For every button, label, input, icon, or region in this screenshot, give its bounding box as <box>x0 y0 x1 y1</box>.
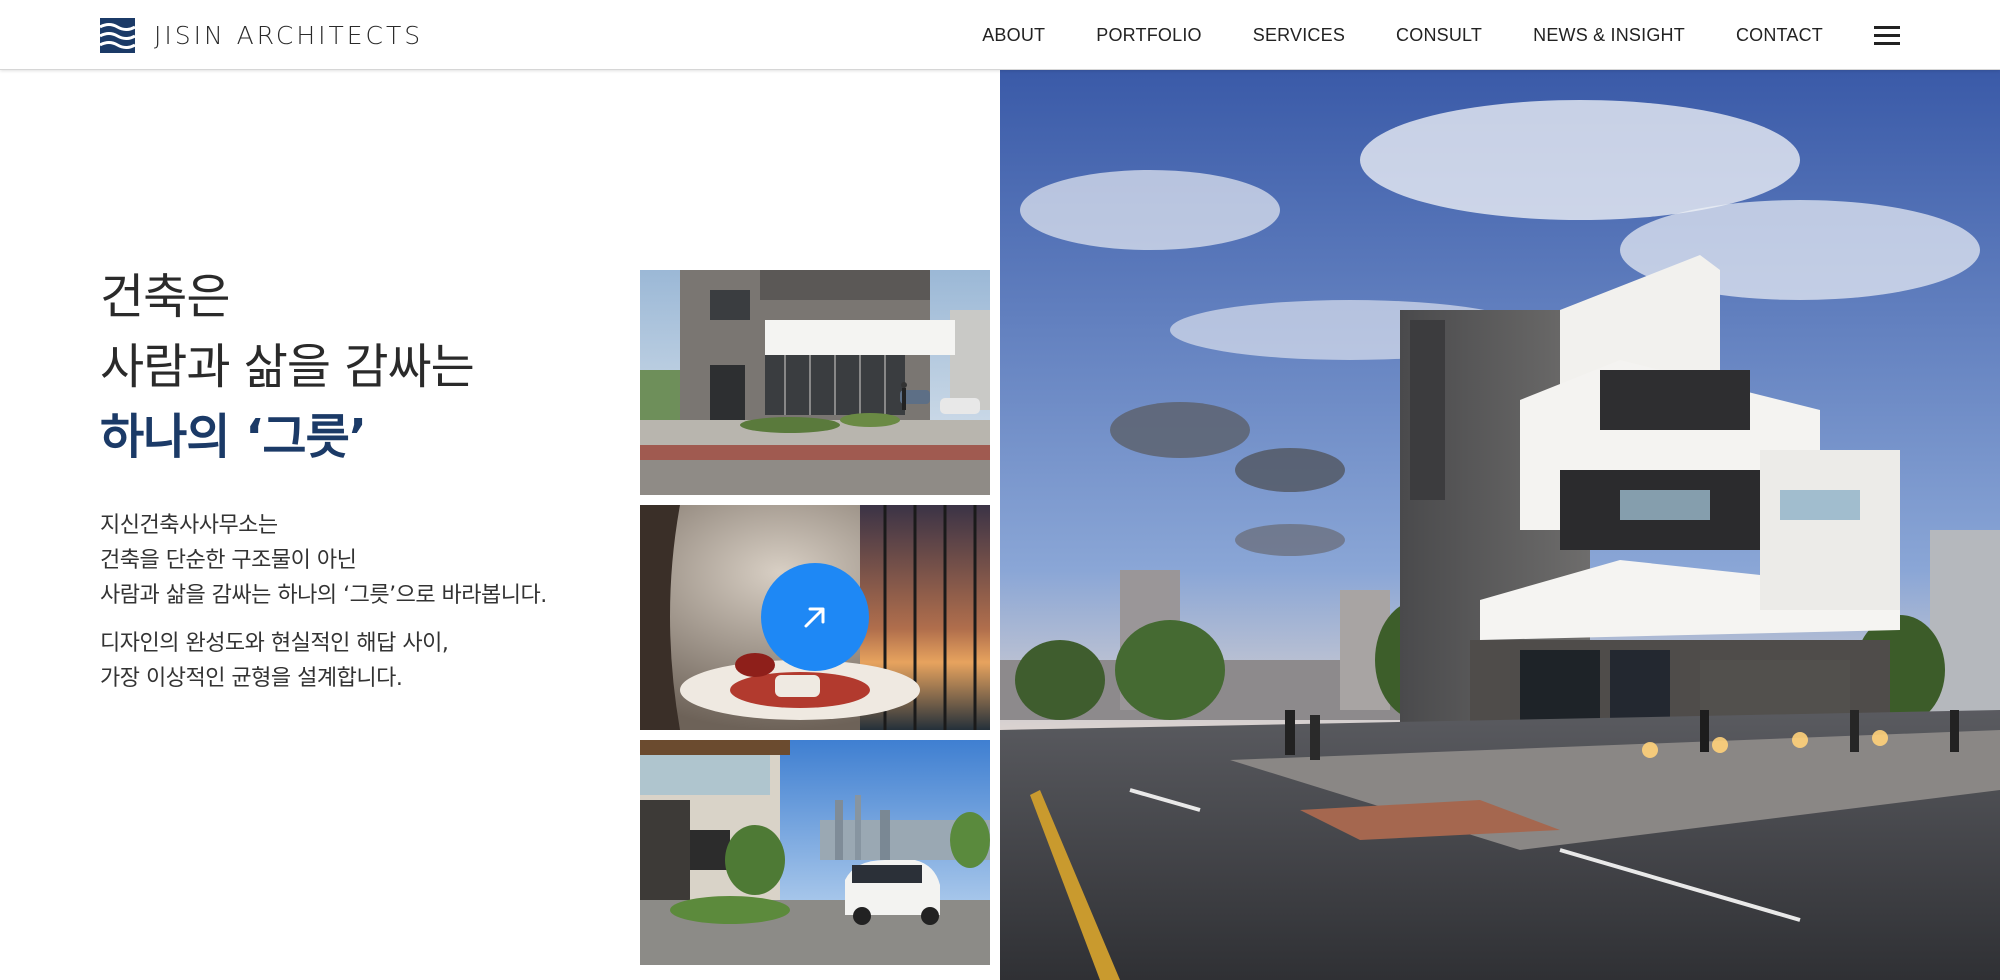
hero-headline: 건축은 사람과 삶을 감싸는 하나의 ‘그릇’ <box>100 262 475 472</box>
modern-building-street-photo <box>1000 70 2000 980</box>
headline-line-2: 사람과 삶을 감싸는 <box>100 339 475 395</box>
villa-driveway-photo[interactable] <box>640 740 990 965</box>
hamburger-menu-icon[interactable] <box>1874 24 1900 46</box>
brand-name: JISIN ARCHITECTS <box>154 21 424 50</box>
nav-item-contact[interactable]: CONTACT <box>1736 25 1823 46</box>
desc-line: 지신건축사사무소는 <box>100 513 278 538</box>
arrow-up-right-icon <box>804 607 825 628</box>
headline-line-3: 하나의 ‘그릇’ <box>100 409 367 465</box>
desc-line: 가장 이상적인 균형을 설계합니다. <box>100 666 403 691</box>
brand-logo[interactable]: JISIN ARCHITECTS <box>100 18 423 53</box>
desc-line: 건축을 단순한 구조물이 아닌 <box>100 548 357 573</box>
view-more-button[interactable] <box>761 563 869 671</box>
nav-item-news-insight[interactable]: NEWS & INSIGHT <box>1533 25 1685 46</box>
desc-line: 사람과 삶을 감싸는 하나의 ‘그릇’으로 바라봅니다. <box>100 583 547 608</box>
desc-line: 디자인의 완성도와 현실적인 해답 사이, <box>100 631 449 656</box>
headline-line-1: 건축은 <box>100 269 230 325</box>
nav-item-portfolio[interactable]: PORTFOLIO <box>1096 25 1202 46</box>
site-header: JISIN ARCHITECTS ABOUT PORTFOLIO SERVICE… <box>0 0 2000 70</box>
waves-logo-icon <box>100 18 135 53</box>
building-entrance-photo[interactable] <box>640 270 990 495</box>
main-nav: ABOUT PORTFOLIO SERVICES CONSULT NEWS & … <box>982 0 2000 70</box>
nav-item-services[interactable]: SERVICES <box>1253 25 1345 46</box>
intro-description: 지신건축사사무소는 건축을 단순한 구조물이 아닌 사람과 삶을 감싸는 하나의… <box>100 508 547 696</box>
nav-item-about[interactable]: ABOUT <box>982 25 1045 46</box>
nav-item-consult[interactable]: CONSULT <box>1396 25 1482 46</box>
